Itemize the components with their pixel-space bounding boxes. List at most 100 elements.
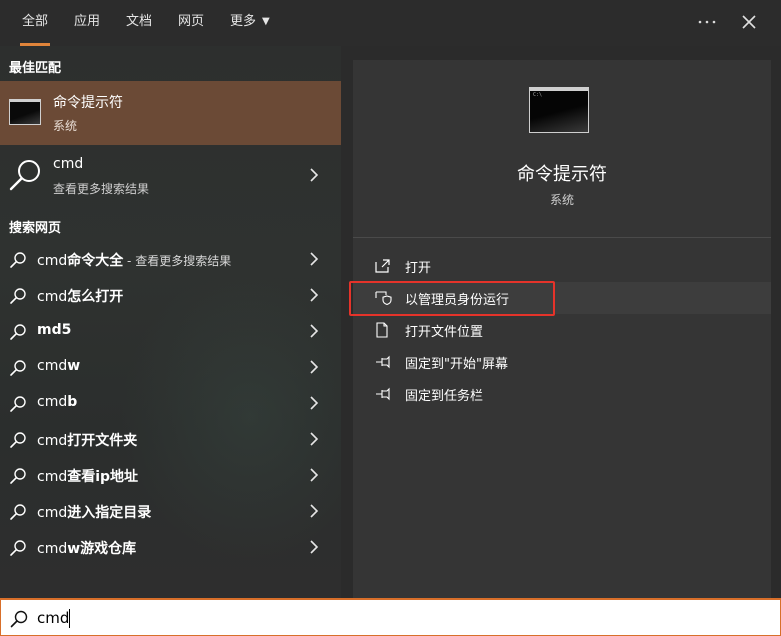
preview-subtitle: 系统 [549, 193, 574, 207]
chevron-right-icon [309, 539, 319, 559]
search-web-header: 搜索网页 [9, 221, 62, 236]
search-icon [9, 251, 27, 273]
search-input[interactable] [37, 606, 737, 630]
search-icon [9, 395, 27, 417]
search-icon [9, 287, 27, 309]
web-search-item[interactable]: cmdw [0, 349, 341, 385]
web-search-item[interactable]: md5 [0, 313, 341, 349]
search-icon [9, 323, 27, 345]
command-prompt-icon [529, 87, 589, 133]
web-search-label: cmdw [37, 358, 80, 374]
chevron-right-icon [309, 323, 319, 343]
best-match-item[interactable]: 命令提示符 系统 [0, 81, 341, 145]
search-icon [9, 359, 27, 381]
search-icon [10, 610, 28, 632]
action-open-file-location-label: 打开文件位置 [405, 325, 484, 340]
close-icon[interactable] [734, 8, 764, 36]
tab-more-label: 更多 [230, 14, 257, 29]
search-bar [0, 598, 781, 636]
query-prefix: cmd [37, 253, 68, 269]
web-search-item[interactable]: cmdw游戏仓库 [0, 529, 341, 565]
best-match-title: 命令提示符 [53, 95, 123, 111]
search-icon [9, 431, 27, 453]
query-prefix: cmd [37, 358, 68, 374]
best-match-header: 最佳匹配 [9, 61, 62, 76]
divider [353, 237, 771, 238]
chevron-down-icon: ▼ [262, 16, 270, 27]
web-search-item[interactable]: cmdb [0, 385, 341, 421]
preview-title: 命令提示符 [517, 164, 607, 185]
shield-icon [375, 290, 393, 309]
search-icon [9, 539, 27, 561]
chevron-right-icon [309, 167, 319, 187]
query-prefix: cmd [37, 394, 68, 410]
chevron-right-icon [309, 395, 319, 415]
preview-pane: 命令提示符 系统 打开 以管理员身份运行 打开文件位置 固定到"开始"屏幕 [341, 46, 781, 598]
tab-web[interactable]: 网页 [178, 0, 204, 46]
command-prompt-icon [9, 99, 41, 125]
chevron-right-icon [309, 359, 319, 379]
top-tab-bar: 全部 应用 文档 网页 更多 ▼ [0, 0, 781, 46]
pin-icon [375, 354, 393, 373]
query-completion: md5 [37, 322, 72, 338]
query-prefix: cmd [37, 469, 68, 485]
query-completion: 进入指定目录 [67, 505, 152, 521]
preview-card: 命令提示符 系统 打开 以管理员身份运行 打开文件位置 固定到"开始"屏幕 [353, 60, 771, 598]
action-pin-to-start[interactable]: 固定到"开始"屏幕 [353, 346, 771, 378]
web-search-item[interactable]: cmd进入指定目录 [0, 493, 341, 529]
pin-icon [375, 386, 393, 405]
chevron-right-icon [309, 251, 319, 271]
cmd-result-subtitle: 查看更多搜索结果 [53, 182, 150, 196]
chevron-right-icon [309, 503, 319, 523]
tab-all[interactable]: 全部 [19, 0, 51, 46]
web-search-item[interactable]: cmd命令大全 - 查看更多搜索结果 [0, 241, 341, 277]
cmd-result-title: cmd [53, 156, 84, 172]
query-prefix: cmd [37, 505, 68, 521]
web-search-label: cmdw游戏仓库 [37, 538, 136, 558]
web-search-label: cmd进入指定目录 [37, 502, 151, 522]
query-completion: b [67, 394, 78, 410]
cmd-search-result[interactable]: cmd 查看更多搜索结果 [0, 145, 341, 205]
action-pin-to-start-label: 固定到"开始"屏幕 [405, 357, 508, 372]
best-match-subtitle: 系统 [53, 119, 78, 133]
query-suffix: - 查看更多搜索结果 [123, 254, 232, 268]
action-open[interactable]: 打开 [353, 250, 771, 282]
web-search-label: cmdb [37, 394, 77, 410]
file-location-icon [375, 322, 389, 342]
search-icon [9, 503, 27, 525]
action-run-as-admin[interactable]: 以管理员身份运行 [353, 282, 771, 314]
query-completion: w游戏仓库 [67, 541, 137, 557]
web-search-item[interactable]: cmd打开文件夹 [0, 421, 341, 457]
action-pin-to-taskbar-label: 固定到任务栏 [405, 389, 484, 404]
search-icon [9, 467, 27, 489]
search-icon [8, 157, 44, 197]
query-completion: 打开文件夹 [67, 433, 138, 449]
query-completion: 查看ip地址 [67, 469, 139, 485]
action-open-label: 打开 [405, 261, 432, 276]
web-search-label: md5 [37, 322, 71, 338]
ellipsis-icon[interactable] [692, 8, 722, 36]
action-open-file-location[interactable]: 打开文件位置 [353, 314, 771, 346]
web-search-item[interactable]: cmd怎么打开 [0, 277, 341, 313]
results-pane: 最佳匹配 命令提示符 系统 cmd 查看更多搜索结果 搜索网页 cmd命令大全 … [0, 46, 341, 598]
action-pin-to-taskbar[interactable]: 固定到任务栏 [353, 378, 771, 410]
action-run-as-admin-label: 以管理员身份运行 [405, 293, 510, 308]
open-icon [375, 258, 391, 277]
query-prefix: cmd [37, 541, 68, 557]
web-search-label: cmd怎么打开 [37, 286, 123, 306]
chevron-right-icon [309, 467, 319, 487]
query-prefix: cmd [37, 433, 68, 449]
text-caret [69, 609, 70, 628]
web-search-label: cmd打开文件夹 [37, 430, 137, 450]
tab-documents[interactable]: 文档 [126, 0, 152, 46]
query-prefix: cmd [37, 289, 68, 305]
web-search-item[interactable]: cmd查看ip地址 [0, 457, 341, 493]
web-search-label: cmd查看ip地址 [37, 466, 138, 486]
web-search-label: cmd命令大全 - 查看更多搜索结果 [37, 250, 231, 270]
chevron-right-icon [309, 431, 319, 451]
tab-apps[interactable]: 应用 [74, 0, 100, 46]
tab-more[interactable]: 更多 ▼ [230, 0, 270, 46]
query-completion: 怎么打开 [67, 289, 124, 305]
chevron-right-icon [309, 287, 319, 307]
query-completion: 命令大全 [67, 253, 124, 269]
